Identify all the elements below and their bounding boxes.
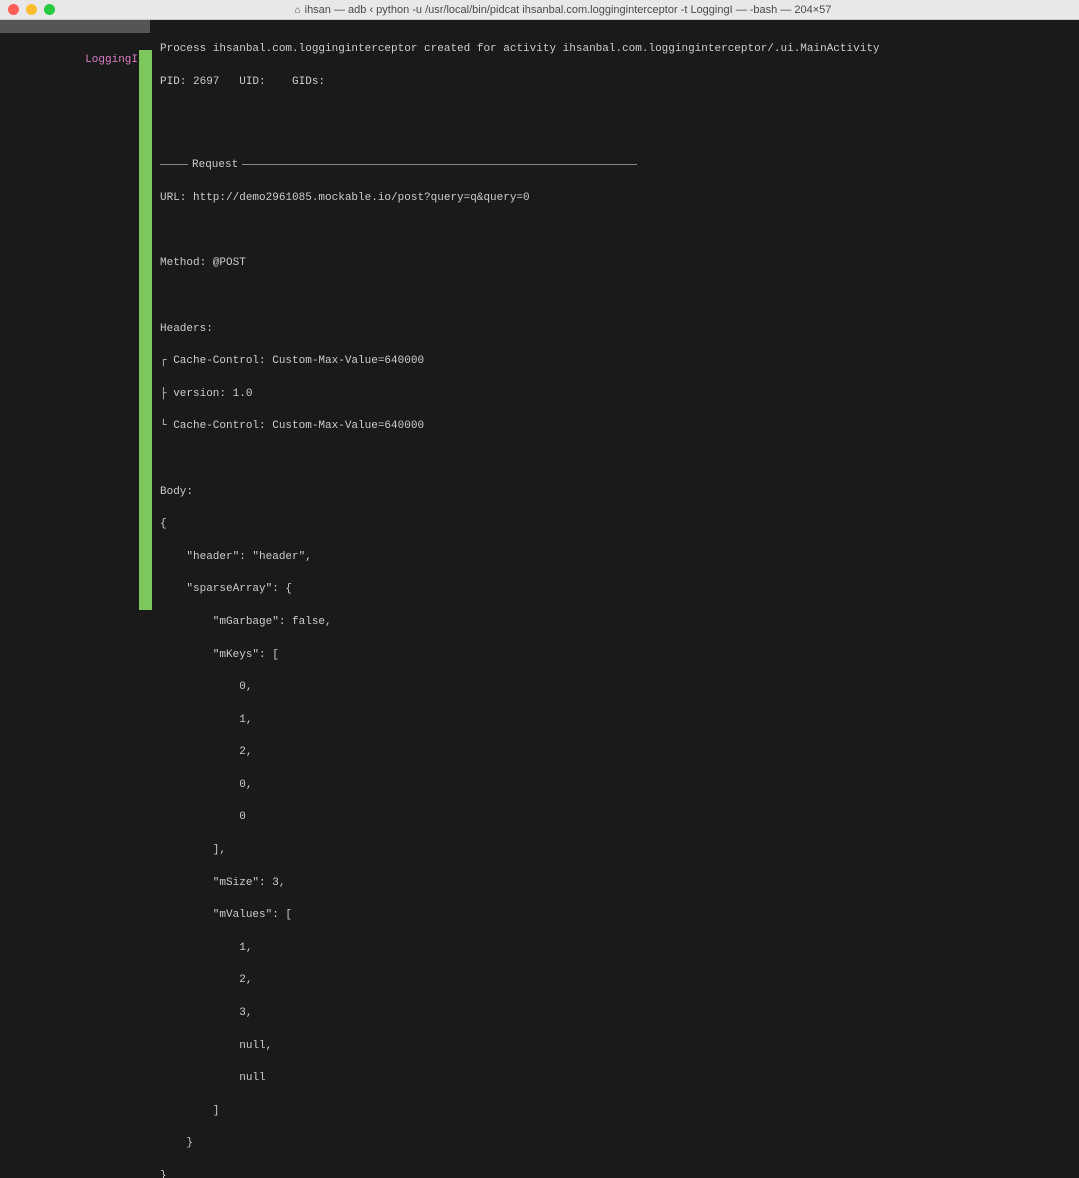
blank bbox=[160, 291, 1079, 302]
highlighted-region bbox=[0, 20, 150, 33]
terminal-body[interactable]: LoggingI Process ihsanbal.com.loggingint… bbox=[0, 20, 1079, 589]
request-body-0: { bbox=[160, 519, 1079, 530]
window-title: ⌂ ihsan — adb ‹ python -u /usr/local/bin/… bbox=[55, 4, 1071, 16]
process-line: Process ihsanbal.com.logginginterceptor … bbox=[160, 44, 1079, 55]
request-body-4: "mKeys": [ bbox=[160, 650, 1079, 661]
request-body-9: 0 bbox=[160, 812, 1079, 823]
request-box-header: Request bbox=[160, 160, 1079, 171]
request-body-17: null bbox=[160, 1073, 1079, 1084]
request-body-7: 2, bbox=[160, 747, 1079, 758]
request-header-0: ┌ Cache-Control: Custom-Max-Value=640000 bbox=[160, 356, 1079, 367]
log-tag: LoggingI bbox=[85, 54, 138, 66]
minimize-window-button[interactable] bbox=[26, 4, 37, 15]
request-body-11: "mSize": 3, bbox=[160, 878, 1079, 889]
request-method: Method: @POST bbox=[160, 258, 1079, 269]
request-body-3: "mGarbage": false, bbox=[160, 617, 1079, 628]
request-body-20: } bbox=[160, 1171, 1079, 1178]
home-icon: ⌂ bbox=[295, 5, 301, 16]
request-body-10: ], bbox=[160, 845, 1079, 856]
window-titlebar: ⌂ ihsan — adb ‹ python -u /usr/local/bin/… bbox=[0, 0, 1079, 20]
request-header-2: └ Cache-Control: Custom-Max-Value=640000 bbox=[160, 421, 1079, 432]
request-body-5: 0, bbox=[160, 682, 1079, 693]
blank bbox=[160, 226, 1079, 237]
window-title-text: ihsan — adb ‹ python -u /usr/local/bin/p… bbox=[305, 4, 832, 16]
request-label: Request bbox=[188, 160, 242, 171]
request-body-16: null, bbox=[160, 1041, 1079, 1052]
request-url: URL: http://demo2961085.mockable.io/post… bbox=[160, 193, 1079, 204]
maximize-window-button[interactable] bbox=[44, 4, 55, 15]
terminal-content[interactable]: Process ihsanbal.com.logginginterceptor … bbox=[152, 20, 1079, 589]
request-body-8: 0, bbox=[160, 780, 1079, 791]
priority-bar bbox=[139, 50, 152, 610]
request-body-18: ] bbox=[160, 1106, 1079, 1117]
request-body-2: "sparseArray": { bbox=[160, 584, 1079, 595]
pid-line: PID: 2697 UID: GIDs: bbox=[160, 77, 1079, 88]
request-body-6: 1, bbox=[160, 715, 1079, 726]
traffic-lights bbox=[8, 4, 55, 15]
request-headers-label: Headers: bbox=[160, 324, 1079, 335]
request-header-1: ├ version: 1.0 bbox=[160, 389, 1079, 400]
request-body-13: 1, bbox=[160, 943, 1079, 954]
request-body-14: 2, bbox=[160, 975, 1079, 986]
request-body-15: 3, bbox=[160, 1008, 1079, 1019]
close-window-button[interactable] bbox=[8, 4, 19, 15]
gutter: LoggingI bbox=[0, 20, 152, 589]
request-body-19: } bbox=[160, 1138, 1079, 1149]
blank bbox=[160, 454, 1079, 465]
request-body-12: "mValues": [ bbox=[160, 910, 1079, 921]
request-body-1: "header": "header", bbox=[160, 552, 1079, 563]
request-body-label: Body: bbox=[160, 487, 1079, 498]
